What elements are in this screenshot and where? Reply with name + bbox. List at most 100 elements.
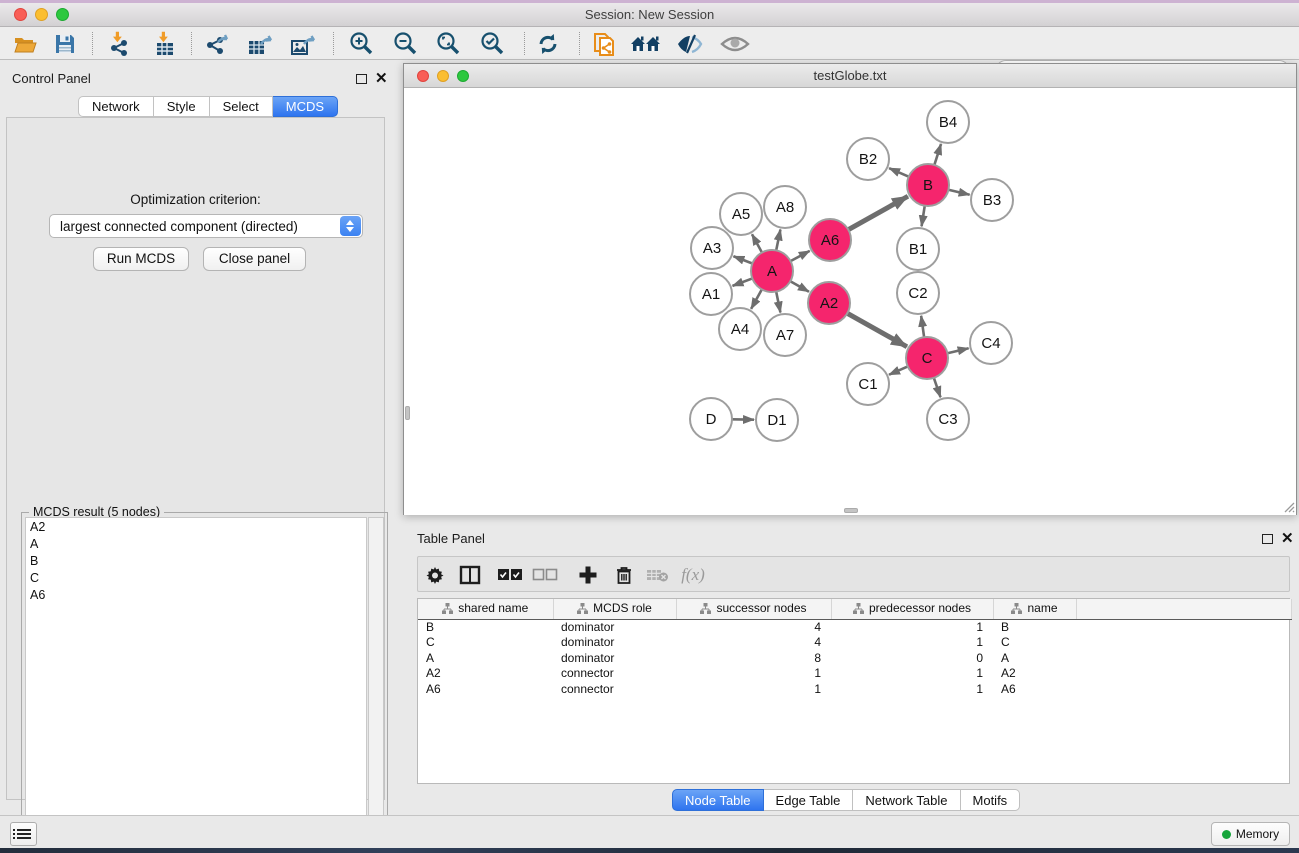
edge-C-C1[interactable] xyxy=(889,366,908,374)
import-network-button[interactable] xyxy=(104,30,136,57)
tab-mcds[interactable]: MCDS xyxy=(273,96,338,117)
node-B1[interactable]: B1 xyxy=(897,228,939,270)
edge-B-B3[interactable] xyxy=(948,190,969,195)
edge-A6-B[interactable] xyxy=(848,196,908,229)
table-row[interactable]: Cdominator41C xyxy=(418,635,1291,651)
node-A[interactable]: A xyxy=(751,250,793,292)
edge-B-B2[interactable] xyxy=(889,168,909,177)
table-settings-button[interactable] xyxy=(421,562,449,588)
run-mcds-button[interactable]: Run MCDS xyxy=(93,247,189,271)
tab-node-table[interactable]: Node Table xyxy=(672,789,764,811)
table-row[interactable]: A6connector11A6 xyxy=(418,681,1291,697)
delete-column-button[interactable] xyxy=(610,562,638,588)
node-C3[interactable]: C3 xyxy=(927,398,969,440)
column-header[interactable]: MCDS role xyxy=(553,599,676,619)
unselect-all-columns-button[interactable] xyxy=(531,562,559,588)
zoom-fit-button[interactable] xyxy=(432,30,464,57)
optimization-criterion-select[interactable]: largest connected component (directed) xyxy=(49,214,363,238)
edge-C-C2[interactable] xyxy=(921,316,924,337)
network-canvas[interactable]: B4B2BB3A5A8A6A3B1AA1C2A2A4A7CC4C1C3DD1 xyxy=(404,89,1296,515)
import-table-button[interactable] xyxy=(149,30,181,57)
new-network-from-selection-button[interactable] xyxy=(589,30,621,57)
close-panel-icon[interactable]: ✕ xyxy=(375,69,388,87)
export-network-button[interactable] xyxy=(201,30,233,57)
mcds-result-scrollbar[interactable] xyxy=(368,517,384,853)
column-header[interactable]: successor nodes xyxy=(676,599,831,619)
create-column-button[interactable] xyxy=(574,562,602,588)
table-row[interactable]: Bdominator41B xyxy=(418,619,1291,635)
tab-edge-table[interactable]: Edge Table xyxy=(764,789,854,811)
save-session-button[interactable] xyxy=(49,30,81,57)
zoom-out-button[interactable] xyxy=(389,30,421,57)
zoom-selected-button[interactable] xyxy=(476,30,508,57)
node-A5[interactable]: A5 xyxy=(720,193,762,235)
mcds-result-list[interactable]: A2ABCA6 xyxy=(25,517,367,853)
node-A8[interactable]: A8 xyxy=(764,186,806,228)
table-float-panel-icon[interactable] xyxy=(1262,534,1273,544)
node-A3[interactable]: A3 xyxy=(691,227,733,269)
result-item[interactable]: A6 xyxy=(26,586,366,603)
select-all-columns-button[interactable] xyxy=(496,562,524,588)
tab-motifs[interactable]: Motifs xyxy=(961,789,1021,811)
export-table-button[interactable] xyxy=(244,30,276,57)
tab-style[interactable]: Style xyxy=(154,96,210,117)
show-tasks-button[interactable] xyxy=(10,822,37,846)
float-panel-icon[interactable] xyxy=(356,74,367,84)
node-B2[interactable]: B2 xyxy=(847,138,889,180)
tab-select[interactable]: Select xyxy=(210,96,273,117)
result-item[interactable]: B xyxy=(26,552,366,569)
column-header[interactable]: shared name xyxy=(418,599,553,619)
edge-A2-C[interactable] xyxy=(847,313,907,346)
result-item[interactable]: A2 xyxy=(26,518,366,535)
function-builder-button[interactable]: f(x) xyxy=(673,562,713,588)
node-C4[interactable]: C4 xyxy=(970,322,1012,364)
table-row[interactable]: A2connector11A2 xyxy=(418,666,1291,682)
show-column-button[interactable] xyxy=(456,562,484,588)
edge-B-B1[interactable] xyxy=(922,206,925,227)
edge-A-A4[interactable] xyxy=(751,289,762,308)
node-D[interactable]: D xyxy=(690,398,732,440)
edge-B-B4[interactable] xyxy=(934,144,941,165)
window-resize-grip[interactable] xyxy=(1281,499,1295,513)
apply-layout-button[interactable] xyxy=(532,30,564,57)
edge-A-A7[interactable] xyxy=(776,292,780,313)
result-item[interactable]: C xyxy=(26,569,366,586)
edge-A-A6[interactable] xyxy=(791,251,810,261)
show-graphics-details-button[interactable] xyxy=(674,30,706,57)
node-B4[interactable]: B4 xyxy=(927,101,969,143)
edge-A-A3[interactable] xyxy=(733,256,752,263)
edge-C-C4[interactable] xyxy=(947,348,968,353)
first-neighbors-button[interactable] xyxy=(630,30,662,57)
edge-A-A1[interactable] xyxy=(733,278,753,285)
table-close-panel-icon[interactable]: ✕ xyxy=(1281,529,1294,547)
network-vertical-scroll-thumb[interactable] xyxy=(405,406,410,420)
delete-table-button[interactable] xyxy=(644,562,672,588)
close-panel-button[interactable]: Close panel xyxy=(203,247,306,271)
node-D1[interactable]: D1 xyxy=(756,399,798,441)
node-B3[interactable]: B3 xyxy=(971,179,1013,221)
node-A6[interactable]: A6 xyxy=(809,219,851,261)
column-header[interactable]: name xyxy=(993,599,1076,619)
memory-button[interactable]: Memory xyxy=(1211,822,1290,846)
zoom-in-button[interactable] xyxy=(345,30,377,57)
node-table[interactable]: shared nameMCDS rolesuccessor nodesprede… xyxy=(417,598,1290,784)
tab-network[interactable]: Network xyxy=(78,96,154,117)
tab-network-table[interactable]: Network Table xyxy=(853,789,960,811)
node-C1[interactable]: C1 xyxy=(847,363,889,405)
network-horizontal-scroll-thumb[interactable] xyxy=(844,508,858,513)
node-A7[interactable]: A7 xyxy=(764,314,806,356)
export-image-button[interactable] xyxy=(287,30,319,57)
edge-C-C3[interactable] xyxy=(934,378,941,397)
node-C2[interactable]: C2 xyxy=(897,272,939,314)
node-C[interactable]: C xyxy=(906,337,948,379)
open-session-button[interactable] xyxy=(9,30,41,57)
node-A4[interactable]: A4 xyxy=(719,308,761,350)
column-header[interactable]: predecessor nodes xyxy=(831,599,993,619)
result-item[interactable]: A xyxy=(26,535,366,552)
birds-eye-view-button[interactable] xyxy=(719,30,751,57)
node-A2[interactable]: A2 xyxy=(808,282,850,324)
edge-A-A8[interactable] xyxy=(776,230,780,251)
node-B[interactable]: B xyxy=(907,164,949,206)
edge-A-A2[interactable] xyxy=(790,281,809,291)
table-row[interactable]: Adominator80A xyxy=(418,650,1291,666)
